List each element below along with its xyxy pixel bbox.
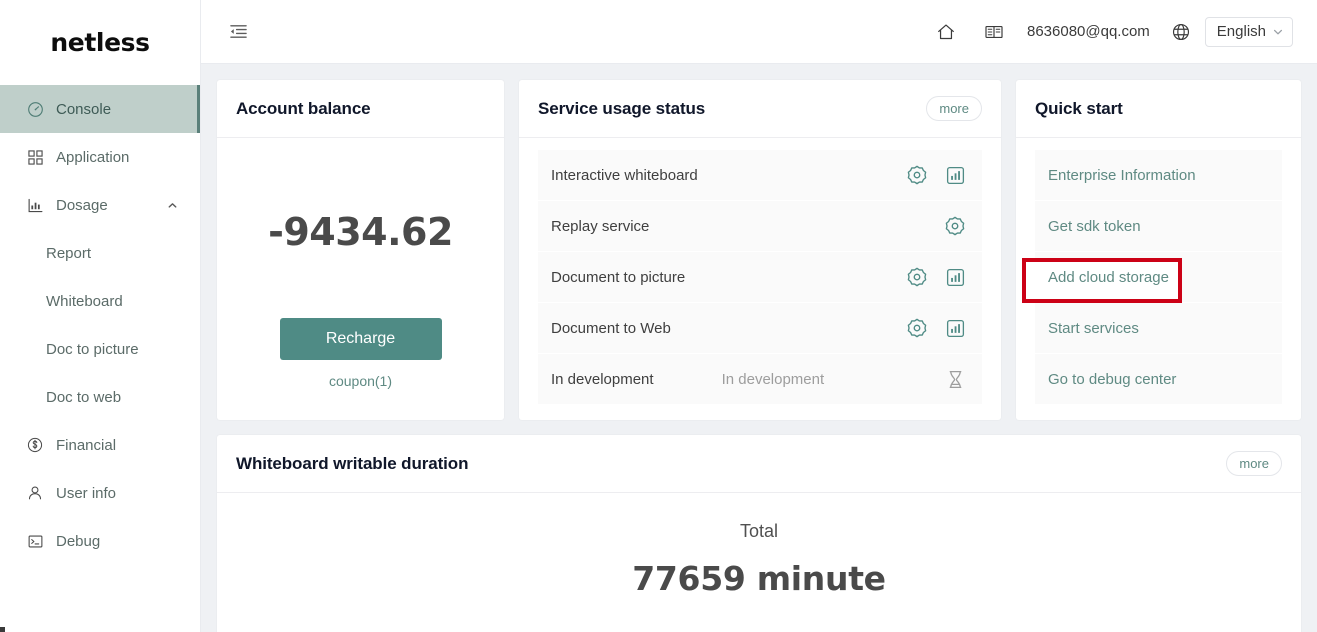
quick-start-item-get-sdk-token[interactable]: Get sdk token: [1035, 201, 1282, 251]
quick-start-item-label: Get sdk token: [1048, 217, 1141, 235]
globe-icon[interactable]: [1166, 17, 1196, 47]
coupon-link[interactable]: coupon(1): [329, 373, 392, 389]
service-more-button[interactable]: more: [926, 96, 982, 121]
service-usage-card: Service usage status more Interactive wh…: [519, 80, 1001, 420]
dashboard-icon: [26, 100, 44, 118]
grid-icon: [26, 148, 44, 166]
quick-start-list: Enterprise Information Get sdk token Add…: [1016, 138, 1301, 405]
service-name: Interactive whiteboard: [551, 166, 698, 184]
sidebar-subitem-doc-to-web[interactable]: Doc to web: [0, 373, 200, 421]
duration-total-label: Total: [739, 521, 779, 541]
sidebar-subitem-doc-to-picture[interactable]: Doc to picture: [0, 325, 200, 373]
app-root: netless Console Application Dosage Repor…: [0, 0, 1317, 632]
sidebar-nav: Console Application Dosage Report Whiteb…: [0, 85, 200, 565]
service-name: In development: [551, 370, 654, 388]
sidebar-item-financial[interactable]: Financial: [0, 421, 200, 469]
dollar-circle-icon: [26, 436, 44, 454]
sidebar-item-label: Debug: [56, 532, 101, 550]
sidebar-subitem-label: Doc to web: [46, 388, 122, 406]
sidebar-item-label: Dosage: [56, 196, 108, 214]
sidebar-subitem-label: Doc to picture: [46, 340, 139, 358]
service-row[interactable]: Document to picture: [538, 252, 982, 302]
service-row-list: Interactive whiteboard Replay service Do…: [519, 138, 1001, 405]
service-name: Document to Web: [551, 319, 671, 337]
quick-start-item-label: Add cloud storage: [1048, 268, 1169, 286]
account-email[interactable]: 8636080@qq.com: [1027, 23, 1150, 40]
sidebar-subitem-report[interactable]: Report: [0, 229, 200, 277]
card-title: Account balance: [236, 98, 371, 118]
home-icon[interactable]: [931, 17, 961, 47]
account-balance-card: Account balance -9434.62 Recharge coupon…: [217, 80, 504, 420]
language-select-value: English: [1216, 23, 1266, 40]
duration-total-value: 77659 minute: [632, 559, 886, 598]
sidebar: netless Console Application Dosage Repor…: [0, 0, 201, 632]
bar-chart-square-icon[interactable]: [942, 162, 968, 188]
sidebar-item-user-info[interactable]: User info: [0, 469, 200, 517]
top-header: 8636080@qq.com English: [201, 0, 1317, 64]
top-card-row: Account balance -9434.62 Recharge coupon…: [217, 80, 1301, 420]
sidebar-subitem-whiteboard[interactable]: Whiteboard: [0, 277, 200, 325]
bar-chart-icon: [26, 196, 44, 214]
main-area: 8636080@qq.com English Account balance -…: [201, 0, 1317, 632]
gear-icon[interactable]: [942, 213, 968, 239]
card-header: Whiteboard writable duration more: [217, 435, 1301, 493]
sidebar-item-label: Console: [56, 100, 112, 118]
whiteboard-duration-card: Whiteboard writable duration more Total …: [217, 435, 1301, 632]
quick-start-item-label: Go to debug center: [1048, 370, 1177, 388]
quick-start-item-add-cloud-storage[interactable]: Add cloud storage: [1022, 252, 1282, 303]
chevron-up-icon[interactable]: [167, 200, 178, 211]
gear-icon[interactable]: [904, 315, 930, 341]
sidebar-item-dosage[interactable]: Dosage: [0, 181, 200, 229]
user-icon: [26, 484, 44, 502]
terminal-icon: [26, 532, 44, 550]
sidebar-subitem-label: Whiteboard: [46, 292, 123, 310]
duration-body: Total 77659 minute: [217, 493, 1301, 632]
sidebar-item-debug[interactable]: Debug: [0, 517, 200, 565]
service-name: Replay service: [551, 217, 650, 235]
hourglass-icon: [942, 366, 968, 392]
sidebar-item-console[interactable]: Console: [0, 85, 200, 133]
duration-more-button[interactable]: more: [1226, 451, 1282, 476]
card-title: Whiteboard writable duration: [236, 453, 469, 473]
sidebar-item-label: Application: [56, 148, 130, 166]
language-select[interactable]: English: [1204, 16, 1293, 47]
quick-start-item-go-to-debug-center[interactable]: Go to debug center: [1035, 354, 1282, 404]
service-row: In development In development: [538, 354, 982, 404]
service-row[interactable]: Interactive whiteboard: [538, 150, 982, 200]
brand-logo-text: netless: [50, 28, 150, 57]
sidebar-item-label: User info: [56, 484, 117, 502]
bar-chart-square-icon[interactable]: [942, 264, 968, 290]
recharge-button[interactable]: Recharge: [279, 318, 442, 360]
quick-start-item-start-services[interactable]: Start services: [1035, 303, 1282, 353]
quick-start-item-enterprise-information[interactable]: Enterprise Information: [1035, 150, 1282, 200]
chevron-down-icon: [1272, 26, 1284, 38]
bar-chart-square-icon[interactable]: [942, 315, 968, 341]
gear-icon[interactable]: [904, 162, 930, 188]
service-row[interactable]: Replay service: [538, 201, 982, 251]
gear-icon[interactable]: [904, 264, 930, 290]
corner-marker: [0, 627, 5, 632]
menu-fold-icon[interactable]: [227, 21, 249, 43]
card-title: Quick start: [1035, 98, 1123, 118]
sidebar-item-application[interactable]: Application: [0, 133, 200, 181]
card-header: Quick start: [1016, 80, 1301, 138]
quick-start-card: Quick start Enterprise Information Get s…: [1016, 80, 1301, 420]
card-header: Account balance: [217, 80, 504, 138]
account-balance-body: -9434.62 Recharge coupon(1): [217, 138, 504, 420]
sidebar-item-label: Financial: [56, 436, 117, 454]
card-title: Service usage status: [538, 98, 706, 118]
service-sub-status: In development: [721, 370, 825, 388]
service-name: Document to picture: [551, 268, 686, 286]
quick-start-item-label: Enterprise Information: [1048, 166, 1196, 184]
card-header: Service usage status more: [519, 80, 1001, 138]
book-icon[interactable]: [979, 17, 1009, 47]
sidebar-subitem-label: Report: [46, 244, 92, 262]
quick-start-item-label: Start services: [1048, 319, 1139, 337]
brand-logo[interactable]: netless: [0, 0, 200, 85]
balance-amount: -9434.62: [268, 210, 453, 254]
service-row[interactable]: Document to Web: [538, 303, 982, 353]
content-area: Account balance -9434.62 Recharge coupon…: [201, 64, 1317, 632]
